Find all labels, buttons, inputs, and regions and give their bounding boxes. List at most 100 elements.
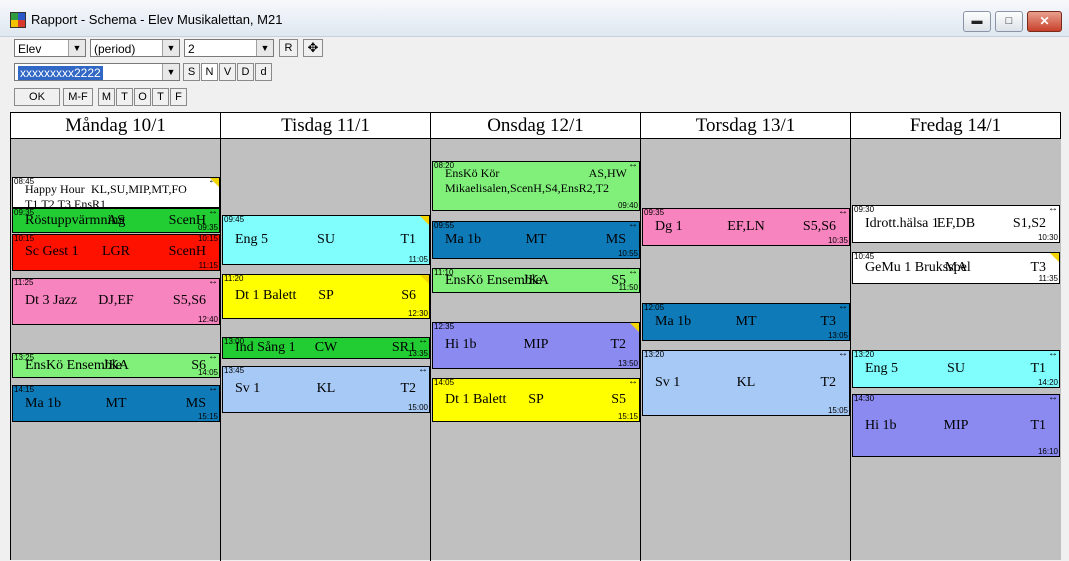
move-arrows-icon[interactable]: ↔ <box>628 162 638 170</box>
event-end-time: 10:30 <box>1037 232 1058 242</box>
n-button[interactable]: N <box>201 63 218 81</box>
d-lower-button[interactable]: d <box>255 63 272 81</box>
move-arrows-icon[interactable]: ↔ <box>838 351 848 359</box>
day-header[interactable]: Måndag 10/1 <box>11 113 221 139</box>
event-teacher: SU <box>947 360 965 376</box>
schedule-event[interactable]: 13:20 15:05 ↔ Sv 1 KL T2 <box>642 350 850 417</box>
event-rooms-line: T1,T2,T3,EnsR1 <box>25 196 106 209</box>
event-start-time: 11:20 <box>224 274 244 284</box>
s-button[interactable]: S <box>183 63 200 81</box>
event-teacher: JKA <box>103 357 129 373</box>
d-upper-button[interactable]: D <box>237 63 254 81</box>
schedule-event[interactable]: 09:30 10:30 ↔ Idrott.hälsa 1 EF,DB S1,S2 <box>852 205 1060 243</box>
schedule-event[interactable]: 13:00 13:35 ↔ Ind Sång 1 CW SR1 <box>222 337 430 360</box>
event-start-time-right: 10:15 <box>197 233 218 243</box>
week-select[interactable]: 2 ▼ <box>184 39 274 57</box>
ok-button[interactable]: OK <box>14 88 60 106</box>
event-start-time: 14:30 <box>854 394 875 404</box>
type-select[interactable]: Elev ▼ <box>14 39 86 57</box>
schedule-event[interactable]: 11:25 12:40 ↔ Dt 3 Jazz DJ,EF S5,S6 <box>12 277 220 325</box>
event-end-time: 15:15 <box>197 412 218 422</box>
maximize-button[interactable]: □ <box>995 11 1023 32</box>
schedule-event[interactable]: 10:45 11:35 GeMu 1 Bruksspel MA T3 <box>852 252 1060 284</box>
event-start-time: 13:20 <box>854 350 875 360</box>
event-room: T1 <box>1030 417 1046 433</box>
schedule-event[interactable]: 12:35 13:50 Hi 1b MIP T2 <box>432 321 640 369</box>
schedule-event[interactable]: 08:45 ↔ Happy Hour KL,SU,MIP,MT,FO T1,T2,T3,… <box>12 176 220 209</box>
schedule-event[interactable]: 14:05 15:15 ↔ Dt 1 Balett SP S5 <box>432 378 640 423</box>
friday-button[interactable]: F <box>170 88 187 106</box>
event-end-time: 11:15 <box>198 261 218 271</box>
move-arrows-icon[interactable]: ↔ <box>1048 395 1058 403</box>
day-header[interactable]: Fredag 14/1 <box>851 113 1061 139</box>
schedule-event[interactable]: 10:15 11:15 Sc Gest 1 LGR ScenH 10:15 <box>12 233 220 272</box>
event-room: S5 <box>611 272 626 288</box>
move-arrows-icon[interactable]: ↔ <box>418 367 428 375</box>
schedule-event[interactable]: 11:20 12:30 Dt 1 Balett SP S6 <box>222 274 430 319</box>
move-arrows-icon[interactable]: ↔ <box>838 304 848 312</box>
chevron-down-icon[interactable]: ▼ <box>162 40 179 56</box>
schedule-event[interactable]: 13:45 15:00 ↔ Sv 1 KL T2 <box>222 365 430 414</box>
event-end-time: 10:35 <box>827 236 848 246</box>
close-button[interactable]: ✕ <box>1027 11 1062 32</box>
event-end-time: 13:50 <box>617 358 638 368</box>
event-teacher: SP <box>528 392 544 408</box>
event-teacher: MIP <box>523 337 549 353</box>
schedule-event[interactable]: 13:20 14:20 ↔ Eng 5 SU T1 <box>852 350 1060 388</box>
day-header[interactable]: Tisdag 11/1 <box>221 113 431 139</box>
schedule-event[interactable]: 14:15 15:15 ↔ Ma 1b MT MS <box>12 384 220 423</box>
move-arrows-icon[interactable]: ↔ <box>838 209 848 217</box>
event-room: T1 <box>400 231 416 247</box>
move-icon[interactable]: ✥ <box>303 39 323 57</box>
v-button[interactable]: V <box>219 63 236 81</box>
chevron-down-icon[interactable]: ▼ <box>162 64 179 80</box>
event-start-time: 09:55 <box>434 220 455 230</box>
event-end-time: 16:10 <box>1037 447 1058 457</box>
wednesday-button[interactable]: O <box>134 88 151 106</box>
event-room: S5,S6 <box>172 293 206 309</box>
student-name-field[interactable]: xxxxxxxxx2222 ▼ <box>14 63 180 81</box>
schedule-event[interactable]: 09:35 10:35 ↔ Dg 1 EF,LN S5,S6 <box>642 208 850 247</box>
move-arrows-icon[interactable]: ↔ <box>628 379 638 387</box>
event-end-time: 12:30 <box>407 308 428 318</box>
mf-button[interactable]: M-F <box>63 88 93 106</box>
move-arrows-icon[interactable]: ↔ <box>208 279 218 287</box>
event-teacher: KL <box>316 381 336 397</box>
event-start-time: 09:45 <box>224 214 245 224</box>
event-teacher: MIP <box>943 417 969 433</box>
event-room: S6 <box>191 357 206 373</box>
event-start-time: 09:35 <box>644 208 665 218</box>
minimize-button[interactable]: ▬ <box>963 11 991 32</box>
move-arrows-icon[interactable]: ↔ <box>1048 206 1058 214</box>
day-header[interactable]: Torsdag 13/1 <box>641 113 851 139</box>
move-arrows-icon[interactable]: ↔ <box>628 222 638 230</box>
move-arrows-icon[interactable]: ↔ <box>208 178 218 186</box>
window-title: Rapport - Schema - Elev Musikalettan, M2… <box>31 12 283 27</box>
schedule-event[interactable]: 12:05 13:05 ↔ Ma 1b MT T3 <box>642 302 850 341</box>
event-teacher: JKA <box>523 272 549 288</box>
day-header[interactable]: Onsdag 12/1 <box>431 113 641 139</box>
schedule-event[interactable]: 09:35 09:35 ↔ Röstuppvärmning AS ScenH <box>12 208 220 234</box>
schedule-event[interactable]: 08:20 09:40 ↔ EnsKö Kör AS,HW Mikaelisalen,Sc… <box>432 161 640 212</box>
schedule-event[interactable]: 09:45 11:05 Eng 5 SU T1 <box>222 214 430 265</box>
event-room: T3 <box>820 313 836 329</box>
window-titlebar: Rapport - Schema - Elev Musikalettan, M2… <box>0 0 1069 37</box>
schedule-grid: Måndag 10/1 Tisdag 11/1 Onsdag 12/1 Torsdag… <box>10 112 1061 561</box>
move-arrows-icon[interactable]: ↔ <box>208 386 218 394</box>
thursday-button[interactable]: T <box>152 88 169 106</box>
move-arrows-icon[interactable]: ↔ <box>1048 351 1058 359</box>
event-room: T2 <box>400 381 416 397</box>
r-button[interactable]: R <box>279 39 298 57</box>
tuesday-button[interactable]: T <box>116 88 133 106</box>
schedule-event[interactable]: 14:30 16:10 ↔ Hi 1b MIP T1 <box>852 394 1060 458</box>
period-select[interactable]: (period) ▼ <box>90 39 180 57</box>
monday-button[interactable]: M <box>98 88 115 106</box>
schedule-event[interactable]: 09:55 10:55 ↔ Ma 1b MT MS <box>432 220 640 259</box>
column-divider <box>850 139 851 561</box>
chevron-down-icon[interactable]: ▼ <box>68 40 85 56</box>
schedule-event[interactable]: 11:10 11:50 ↔ EnsKö Ensemble JKA S5 <box>432 268 640 294</box>
schedule-event[interactable]: 13:25 14:05 ↔ EnsKö Ensemble JKA S6 <box>12 353 220 379</box>
chevron-down-icon[interactable]: ▼ <box>256 40 273 56</box>
column-divider <box>430 139 431 561</box>
event-room: T2 <box>610 337 626 353</box>
